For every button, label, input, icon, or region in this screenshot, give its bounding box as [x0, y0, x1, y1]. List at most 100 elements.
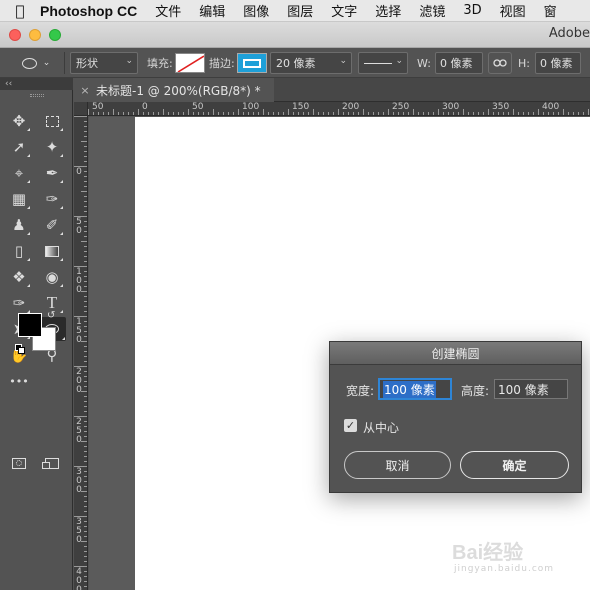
crop-tool[interactable]: ⌖ [7, 162, 31, 184]
document-tab[interactable]: × 未标题-1 @ 200%(RGB/8*) * [74, 78, 274, 102]
panel-grip[interactable] [30, 94, 44, 97]
blur-tool[interactable]: ❖ [7, 266, 31, 288]
quick-mask-button[interactable] [7, 452, 31, 474]
dodge-tool[interactable]: ◉ [40, 266, 64, 288]
gradient-tool[interactable] [40, 240, 64, 262]
ruler-tick [84, 131, 87, 132]
ruler-tick [273, 112, 274, 115]
ruler-tick [443, 112, 444, 115]
more-tools-button[interactable]: ••• [7, 370, 31, 392]
ruler-tick [84, 356, 87, 357]
tool-preset-picker[interactable]: ⌄ [16, 52, 56, 74]
ruler-tick [84, 506, 87, 507]
ruler-tick [438, 109, 439, 115]
ruler-tick [84, 326, 87, 327]
h-label: H: [518, 56, 530, 70]
ruler-tick [84, 436, 87, 437]
quick-select-tool[interactable]: ✦ [40, 136, 64, 158]
ok-button[interactable]: 确定 [460, 451, 569, 479]
ruler-tick [84, 471, 87, 472]
ruler-tick [558, 112, 559, 115]
dialog-width-input[interactable]: 100 像素 [379, 379, 451, 399]
ruler-tick [228, 112, 229, 115]
ruler-label: 150 [292, 102, 310, 112]
menu-select[interactable]: 选择 [375, 1, 401, 20]
ruler-tick [418, 112, 419, 115]
brush-icon: ✑ [45, 190, 59, 208]
tools-panel: ✥ ➚ ✦ ⌖ ✒ ▦ ✑ ♟ ✐ ▯ ❖ ◉ ✑ T ➤ ✋ ⚲ ••• ↺ [0, 90, 73, 590]
height-input[interactable]: 0 像素 [535, 52, 581, 74]
brush-tool[interactable]: ✑ [40, 188, 64, 210]
ruler-tick [578, 112, 579, 115]
dialog-height-input[interactable]: 100 像素 [494, 379, 568, 399]
ruler-tick [328, 112, 329, 115]
minimize-window-button[interactable] [29, 29, 41, 41]
stamp-tool[interactable]: ♟ [7, 214, 31, 236]
menu-view[interactable]: 视图 [500, 1, 526, 20]
ruler-tick [103, 112, 104, 115]
vertical-ruler[interactable]: 0 5 0 1 0 0 1 5 0 2 0 0 2 5 0 3 0 0 3 5 0 4 0 0 [74, 116, 88, 590]
default-colors-icon[interactable] [15, 344, 25, 354]
crop-icon: ⌖ [14, 164, 24, 182]
ruler-tick [84, 306, 87, 307]
ruler-tick [153, 112, 154, 115]
chevron-down-icon: ⌄ [42, 58, 51, 68]
ruler-tick [84, 496, 87, 497]
move-tool[interactable]: ✥ [7, 110, 31, 132]
eyedropper-tool[interactable]: ✒ [40, 162, 64, 184]
ruler-tick [84, 171, 87, 172]
menu-file[interactable]: 文件 [155, 1, 181, 20]
ruler-tick [343, 112, 344, 115]
toolbar-collapse-button[interactable]: ‹‹ [0, 78, 73, 90]
pen-tool[interactable]: ✑ [7, 292, 31, 314]
link-dimensions-button[interactable] [488, 52, 512, 74]
ruler-label: 2 0 0 [76, 367, 82, 395]
menu-type[interactable]: 文字 [331, 1, 357, 20]
screen-mode-button[interactable] [40, 452, 64, 474]
menu-edit[interactable]: 编辑 [199, 1, 225, 20]
fill-swatch[interactable] [175, 53, 205, 73]
ruler-tick [213, 109, 214, 115]
swap-colors-icon[interactable]: ↺ [47, 310, 55, 321]
ruler-tick [84, 151, 87, 152]
horizontal-ruler[interactable]: 50050100150200250300350400450 [88, 102, 590, 116]
lasso-tool[interactable]: ➚ [7, 136, 31, 158]
ruler-tick [84, 126, 87, 127]
cancel-button[interactable]: 取消 [344, 451, 451, 479]
no-fill-icon [177, 55, 204, 72]
from-center-checkbox[interactable]: ✓ [344, 419, 357, 432]
close-tab-icon[interactable]: × [74, 84, 96, 97]
history-brush-tool[interactable]: ✐ [40, 214, 64, 236]
menu-window[interactable]: 窗 [544, 1, 557, 20]
close-window-button[interactable] [9, 29, 21, 41]
stroke-swatch-icon [243, 58, 261, 68]
healing-tool[interactable]: ▦ [7, 188, 31, 210]
zoom-window-button[interactable] [49, 29, 61, 41]
ruler-tick [263, 109, 264, 115]
ruler-origin[interactable] [74, 102, 88, 116]
dodge-icon: ◉ [45, 268, 59, 286]
options-bar: ⌄ 形状 ⌄ 填充: 描边: 20 像素 ⌄ ⌄ W: 0 像素 H: 0 像素 [0, 48, 590, 78]
ruler-label: 3 0 0 [76, 467, 82, 495]
stroke-swatch[interactable] [237, 53, 267, 73]
ruler-label: 4 0 0 [76, 567, 82, 590]
stroke-width-select[interactable]: 20 像素 ⌄ [270, 52, 352, 74]
menu-filter[interactable]: 滤镜 [419, 1, 445, 20]
foreground-color-swatch[interactable] [18, 313, 42, 337]
menu-layer[interactable]: 图层 [287, 1, 313, 20]
apple-icon[interactable]:  [0, 2, 40, 20]
ruler-tick [84, 411, 87, 412]
width-input[interactable]: 0 像素 [435, 52, 483, 74]
ruler-tick [478, 112, 479, 115]
app-menu[interactable]: Photoshop CC [40, 3, 137, 19]
mode-select[interactable]: 形状 ⌄ [70, 52, 138, 74]
menu-image[interactable]: 图像 [243, 1, 269, 20]
ruler-tick [563, 109, 564, 115]
marquee-tool[interactable] [40, 110, 64, 132]
w-label: W: [417, 56, 431, 70]
eraser-tool[interactable]: ▯ [7, 240, 31, 262]
menu-3d[interactable]: 3D [463, 3, 481, 18]
stroke-type-select[interactable]: ⌄ [358, 52, 408, 74]
ruler-tick [198, 112, 199, 115]
ruler-tick [84, 456, 87, 457]
